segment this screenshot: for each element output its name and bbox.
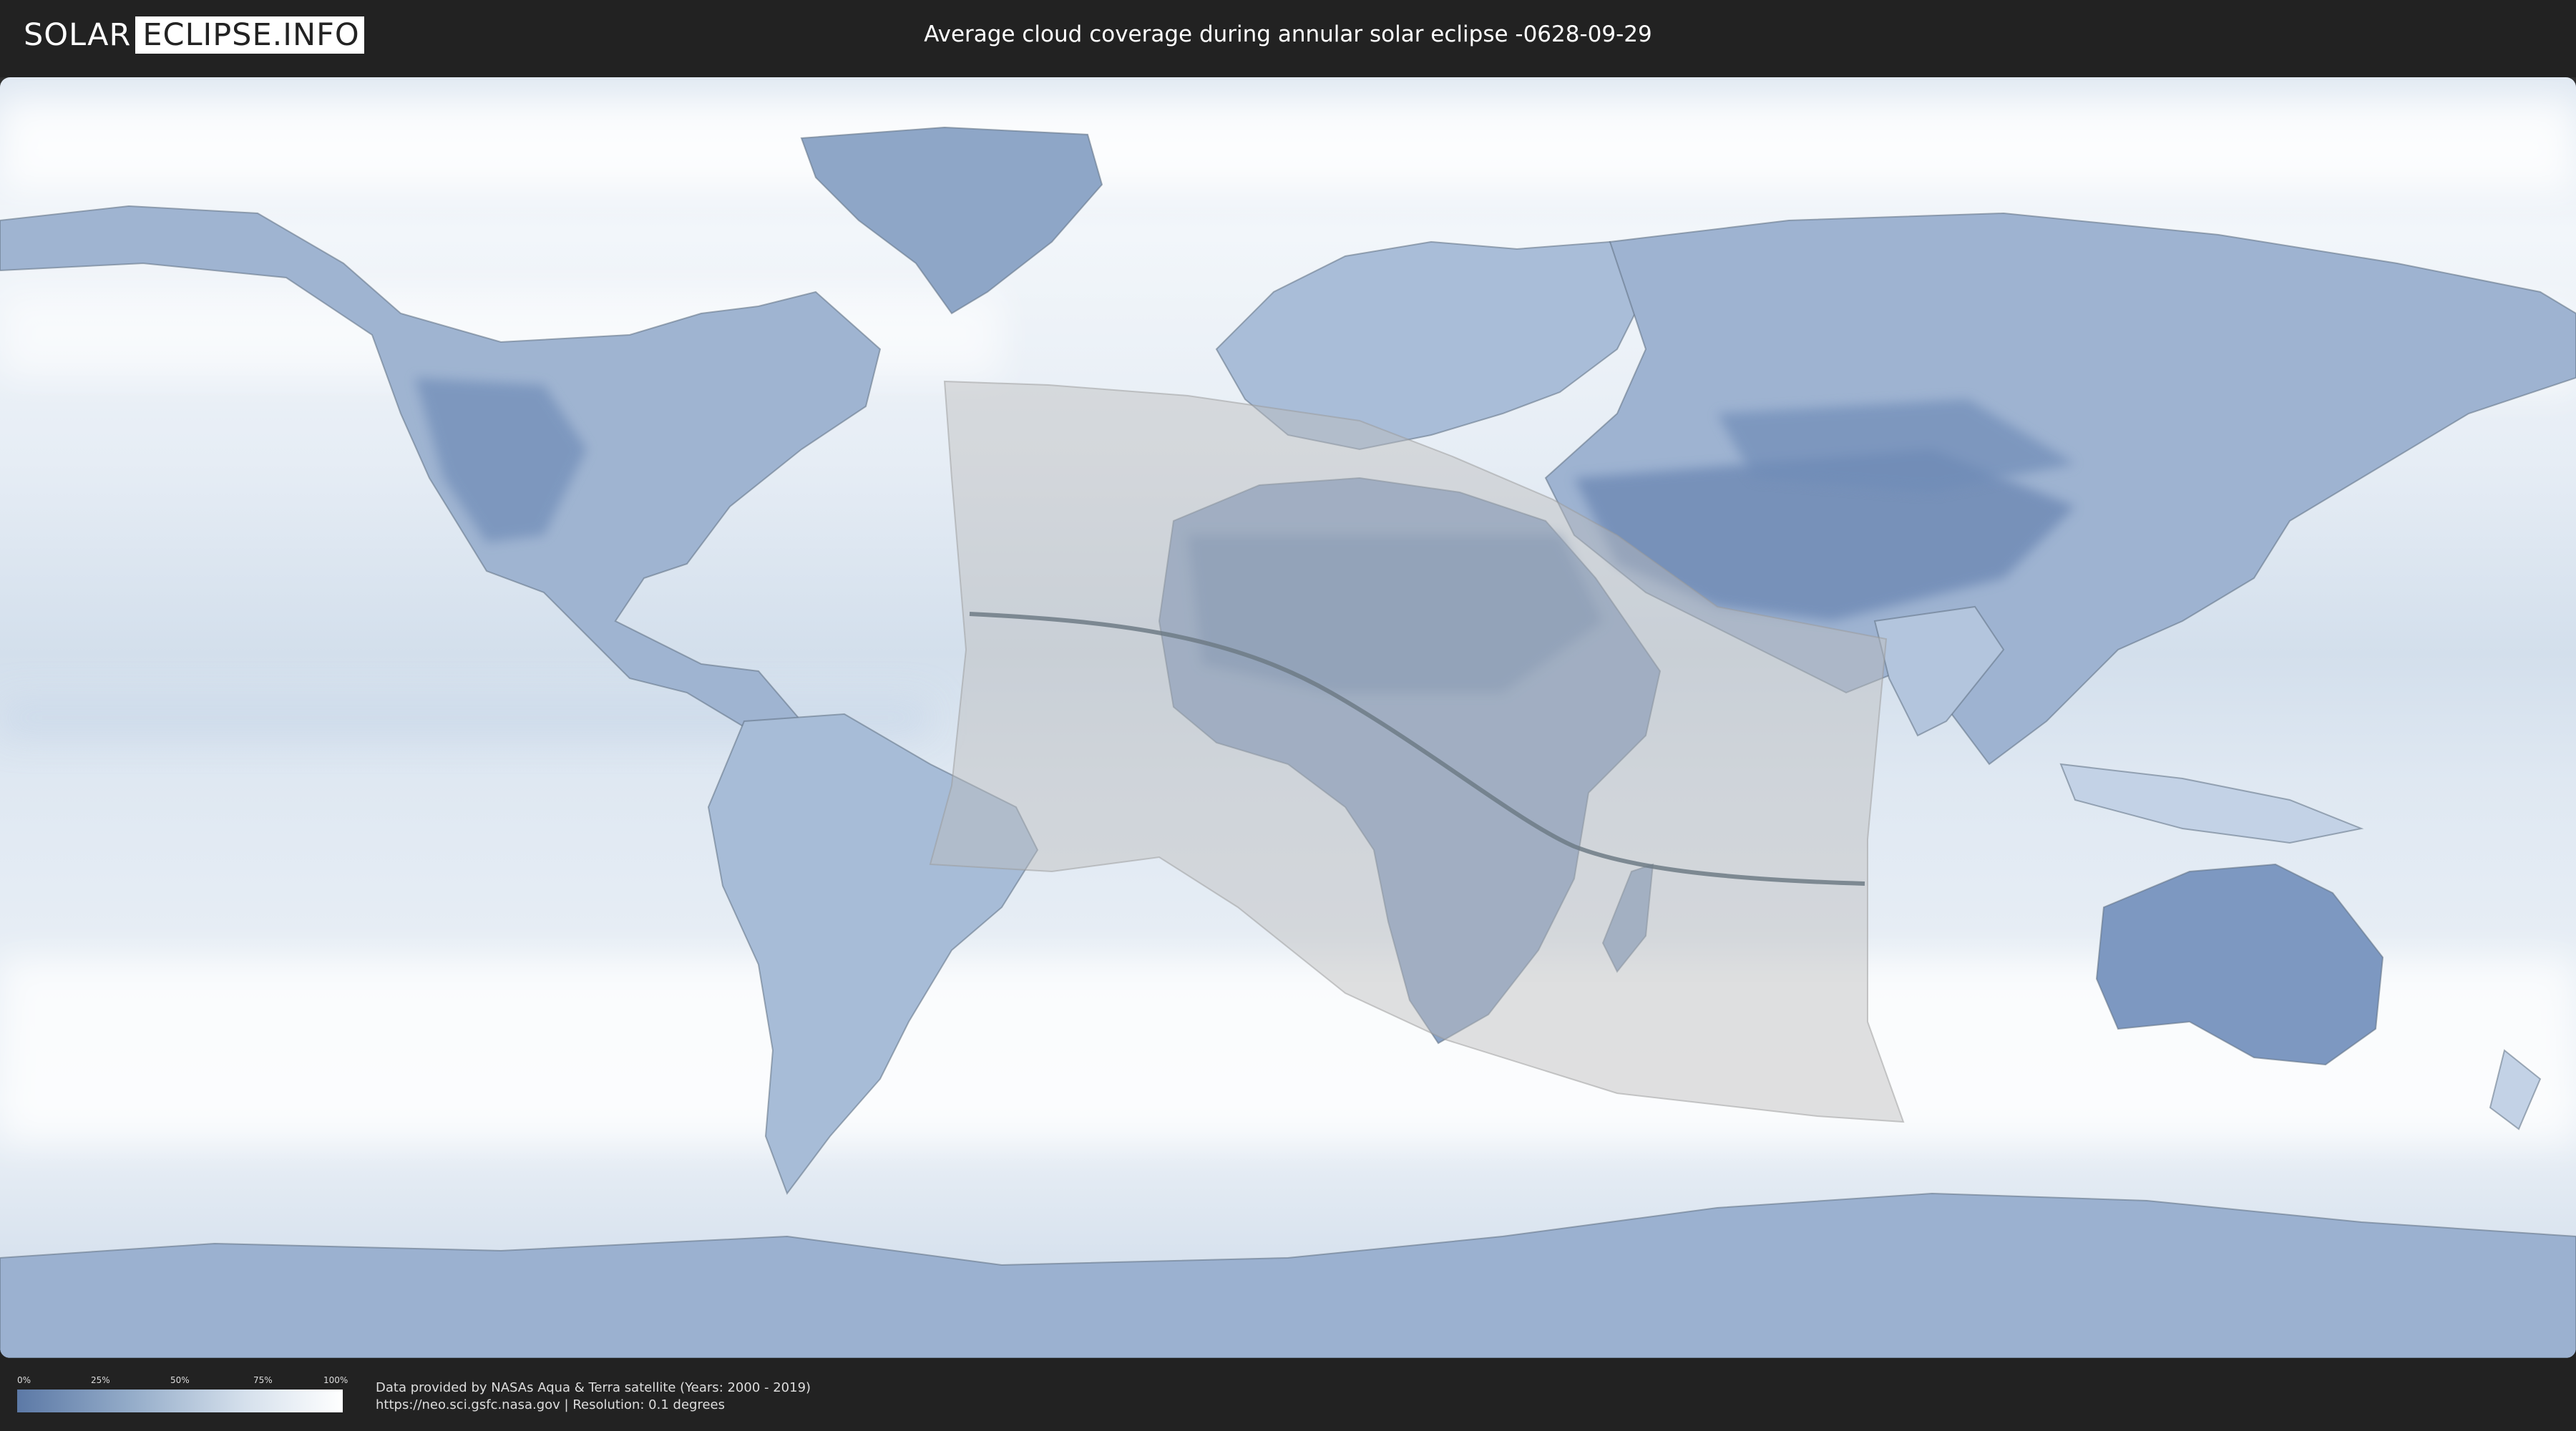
header: SOLAR ECLIPSE.INFO Average cloud coverag…	[0, 0, 2576, 72]
legend-tick-100: 100%	[323, 1375, 348, 1385]
legend-tick-75: 75%	[253, 1375, 273, 1385]
page-title: Average cloud coverage during annular so…	[924, 21, 1652, 47]
credit-line-1: Data provided by NASAs Aqua & Terra sate…	[376, 1380, 811, 1395]
legend-color-bar	[17, 1390, 343, 1412]
legend-tick-25: 25%	[91, 1375, 110, 1385]
footer: 0% 25% 50% 75% 100% Data provided by NAS…	[0, 1358, 2576, 1431]
cloud-coverage-legend: 0% 25% 50% 75% 100%	[17, 1375, 348, 1418]
legend-ticks: 0% 25% 50% 75% 100%	[17, 1375, 348, 1390]
map-svg	[0, 77, 2576, 1358]
credit-line-2[interactable]: https://neo.sci.gsfc.nasa.gov | Resoluti…	[376, 1397, 811, 1414]
page: SOLAR ECLIPSE.INFO Average cloud coverag…	[0, 0, 2576, 1431]
legend-tick-50: 50%	[170, 1375, 190, 1385]
data-credits: Data provided by NASAs Aqua & Terra sate…	[376, 1379, 811, 1414]
cloud-coverage-map[interactable]	[0, 77, 2576, 1358]
legend-tick-0: 0%	[17, 1375, 31, 1385]
